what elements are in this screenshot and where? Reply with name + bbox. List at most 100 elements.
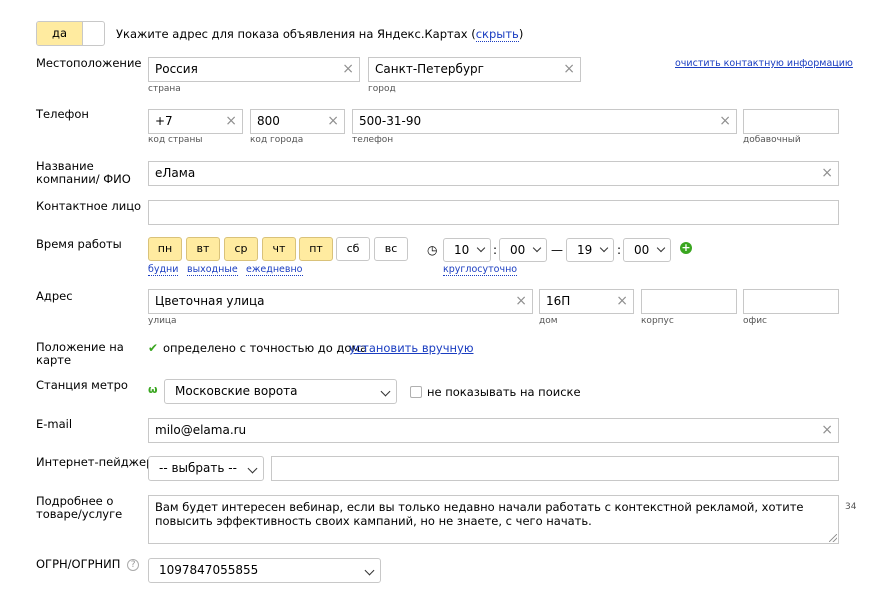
resize-handle-icon[interactable]: [829, 534, 837, 542]
clear-icon[interactable]: ×: [821, 162, 833, 185]
preset-weekdays-text[interactable]: будни: [148, 264, 179, 276]
country-input[interactable]: Россия ×: [148, 57, 360, 82]
hide-on-search-label[interactable]: не показывать на поиске: [427, 385, 581, 399]
pager-label: Интернет-пейджер: [36, 455, 154, 469]
from-hour-value: 10: [454, 243, 470, 257]
company-input[interactable]: eЛама ×: [148, 161, 839, 186]
day-mon-button[interactable]: пн: [148, 237, 182, 261]
banner-paren: ): [518, 27, 524, 41]
add-interval-icon[interactable]: +: [680, 242, 692, 254]
company-label: Название компании/ ФИО: [36, 159, 131, 186]
phone-number-value: 500-31-90: [359, 114, 422, 128]
to-hour-value: 19: [577, 243, 593, 257]
day-fri-button[interactable]: пт: [299, 237, 333, 261]
email-label: E-mail: [36, 417, 73, 431]
metro-label: Станция метро: [36, 378, 128, 392]
country-sub: страна: [148, 84, 181, 94]
city-input[interactable]: Санкт-Петербург ×: [368, 57, 581, 82]
street-sub: улица: [148, 316, 177, 326]
day-tue-button[interactable]: вт: [186, 237, 220, 261]
help-icon[interactable]: ?: [127, 558, 140, 571]
clear-icon[interactable]: ×: [515, 290, 527, 313]
preset-weekend-text[interactable]: выходные: [187, 264, 238, 276]
details-textarea[interactable]: Вам будет интересен вебинар, если вы тол…: [148, 495, 839, 544]
day-thu-button[interactable]: чт: [262, 237, 296, 261]
to-hour-select[interactable]: 19: [566, 238, 614, 262]
time-colon: :: [493, 243, 498, 257]
to-minute-select[interactable]: 00: [623, 238, 671, 262]
time-dash: —: [551, 243, 563, 257]
clear-contact-link[interactable]: очистить контактную информацию: [675, 58, 853, 69]
clear-icon[interactable]: ×: [719, 110, 731, 133]
metro-select[interactable]: Московские ворота: [164, 379, 397, 404]
metro-value: Московские ворота: [175, 384, 298, 398]
ext-input[interactable]: [743, 109, 839, 134]
house-sub: дом: [539, 316, 558, 326]
chevron-down-icon: [532, 243, 542, 253]
preset-weekdays-link[interactable]: будни: [148, 264, 179, 276]
map-toggle[interactable]: да: [36, 21, 105, 46]
toggle-on-label[interactable]: да: [37, 22, 83, 45]
city-code-input[interactable]: 800 ×: [250, 109, 345, 134]
office-sub: офис: [743, 316, 767, 326]
clear-icon[interactable]: ×: [563, 58, 575, 81]
check-icon: ✔: [148, 341, 159, 355]
clear-icon[interactable]: ×: [821, 419, 833, 442]
preset-weekend-link[interactable]: выходные: [187, 264, 238, 276]
pager-type-value: -- выбрать --: [159, 461, 237, 475]
from-hour-select[interactable]: 10: [443, 238, 491, 262]
pager-input[interactable]: [271, 456, 839, 481]
location-label: Местоположение: [36, 56, 142, 70]
clear-icon[interactable]: ×: [616, 290, 628, 313]
day-sun-button[interactable]: вс: [374, 237, 408, 261]
chevron-down-icon: [656, 243, 666, 253]
building-sub: корпус: [641, 316, 674, 326]
phone-number-input[interactable]: 500-31-90 ×: [352, 109, 737, 134]
day-wed-button[interactable]: ср: [224, 237, 258, 261]
to-minute-value: 00: [634, 243, 650, 257]
chevron-down-icon: [380, 386, 391, 397]
street-input[interactable]: Цветочная улица ×: [148, 289, 533, 314]
house-value: 16П: [546, 294, 571, 308]
email-input[interactable]: milo@elama.ru ×: [148, 418, 839, 443]
country-value: Россия: [155, 62, 198, 76]
hide-on-search-checkbox[interactable]: [410, 386, 422, 398]
city-code-value: 800: [257, 114, 280, 128]
day-sat-button[interactable]: сб: [336, 237, 370, 261]
phone-label: Телефон: [36, 107, 89, 121]
clear-icon[interactable]: ×: [342, 58, 354, 81]
chevron-down-icon: [247, 463, 258, 474]
hide-link[interactable]: скрыть: [475, 27, 519, 42]
building-input[interactable]: [641, 289, 737, 314]
map-position-status: определено с точностью до дома: [163, 341, 368, 355]
contact-label: Контактное лицо: [36, 199, 142, 213]
from-minute-select[interactable]: 00: [499, 238, 547, 262]
details-label: Подробнее о товаре/услуге: [36, 494, 123, 521]
phone-number-sub: телефон: [352, 135, 394, 145]
allday-text[interactable]: круглосуточно: [443, 264, 518, 276]
metro-icon: ω: [148, 383, 158, 396]
allday-link[interactable]: круглосуточно: [443, 264, 518, 276]
preset-daily-text[interactable]: ежедневно: [246, 264, 303, 276]
contact-input[interactable]: [148, 200, 839, 225]
banner-text: Укажите адрес для показа объявления на Я…: [116, 27, 476, 41]
preset-daily-link[interactable]: ежедневно: [246, 264, 303, 276]
clear-icon[interactable]: ×: [225, 110, 237, 133]
ogrn-select[interactable]: 1097847055855: [148, 558, 381, 583]
details-value: Вам будет интересен вебинар, если вы тол…: [155, 500, 804, 528]
city-code-sub: код города: [250, 135, 304, 145]
address-label: Адрес: [36, 289, 73, 303]
set-manually-text[interactable]: установить вручную: [349, 341, 474, 355]
clear-icon[interactable]: ×: [327, 110, 339, 133]
clear-contact-text[interactable]: очистить контактную информацию: [675, 58, 853, 69]
company-value: eЛама: [155, 166, 196, 180]
house-input[interactable]: 16П ×: [539, 289, 634, 314]
country-code-input[interactable]: +7 ×: [148, 109, 243, 134]
office-input[interactable]: [743, 289, 839, 314]
hours-label: Время работы: [36, 237, 122, 251]
map-banner: Укажите адрес для показа объявления на Я…: [116, 27, 524, 42]
pager-type-select[interactable]: -- выбрать --: [148, 456, 264, 481]
ogrn-label: ОГРН/ОГРНИП: [36, 557, 121, 571]
set-manually-link[interactable]: установить вручную: [349, 341, 474, 355]
country-code-sub: код страны: [148, 135, 203, 145]
